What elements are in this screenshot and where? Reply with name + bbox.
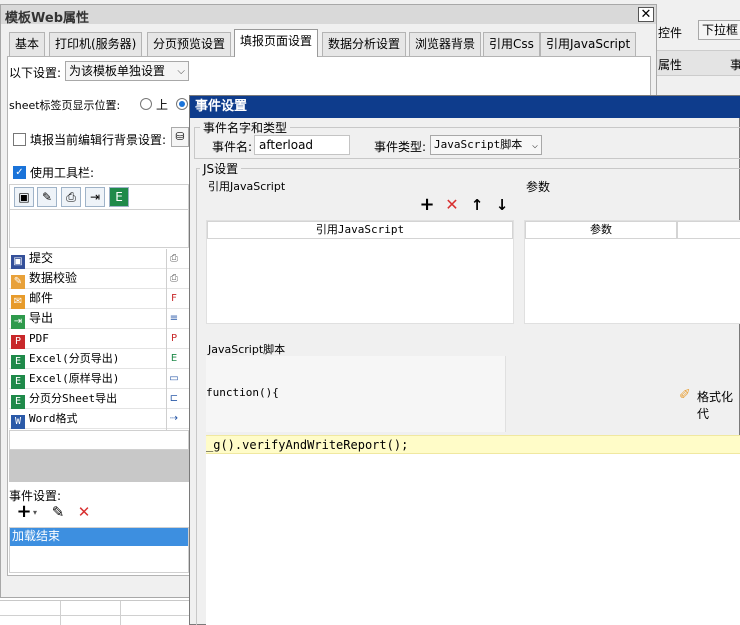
tab-page-preview[interactable]: 分页预览设置 <box>147 32 232 56</box>
document-icon: ≡ <box>169 313 179 324</box>
printer-icon: ⎙ <box>170 253 178 264</box>
chevron-down-icon: ⌵ <box>177 66 185 77</box>
toolbar-preview: ▣ ✎ ⎙ ⇥ E <box>9 184 189 210</box>
bg-fill-checkbox[interactable] <box>13 133 26 146</box>
bg-combo[interactable]: 下拉框 <box>698 20 740 40</box>
add-icon[interactable]: + <box>15 503 33 521</box>
function-header-area: function(){ <box>206 356 506 432</box>
ref-js-label: 引用JavaScript <box>208 180 286 193</box>
chevron-down-icon: ⌵ <box>531 140 538 151</box>
toolbar-preview-area <box>9 210 189 248</box>
js-script-label: JavaScript脚本 <box>208 343 286 356</box>
toolbar-item[interactable]: W Word格式 <box>9 409 189 429</box>
toolbar-item[interactable]: E Excel(分页导出) <box>9 349 189 369</box>
background-window-bottom <box>0 600 200 625</box>
excel-icon: E <box>11 375 25 389</box>
chevron-down-icon[interactable]: ▾ <box>33 508 37 517</box>
toolbar-item[interactable]: E 分页分Sheet导出 <box>9 389 189 409</box>
ref-js-table[interactable]: 引用JavaScript <box>206 220 514 324</box>
tab-printer[interactable]: 打印机(服务器) <box>49 32 143 56</box>
pdf-icon: F <box>171 293 177 304</box>
printer-icon[interactable]: ⎙ <box>61 187 81 207</box>
delete-icon[interactable]: ✕ <box>443 196 461 214</box>
toolbar-item[interactable]: P PDF <box>9 329 189 349</box>
tab-ref-css[interactable]: 引用Css <box>483 32 540 56</box>
settings-label: 以下设置: <box>9 66 62 80</box>
tab-data-analysis[interactable]: 数据分析设置 <box>322 32 407 56</box>
save-icon[interactable]: ▣ <box>14 187 34 207</box>
params-column-header-2[interactable] <box>677 221 740 239</box>
export-icon: ⇥ <box>11 315 25 329</box>
event-list-item[interactable]: 加载结束 <box>10 528 188 546</box>
format-code-button[interactable]: 格式化代 <box>697 388 739 422</box>
event-name-input[interactable]: afterload <box>254 135 350 155</box>
toolbar-item[interactable]: ⇥ 导出 <box>9 309 189 329</box>
use-toolbar-checkbox[interactable]: ✓ <box>13 166 26 179</box>
save-icon: ▣ <box>11 255 25 269</box>
settings-combo[interactable]: 为该模板单独设置 ⌵ <box>65 61 189 81</box>
export-icon[interactable]: ⇥ <box>85 187 105 207</box>
delete-icon[interactable]: ✕ <box>75 503 93 521</box>
bg-label-event: 事 <box>730 58 740 72</box>
paint-bucket-icon[interactable]: ⛁ <box>171 127 189 147</box>
event-type-combo[interactable]: JavaScript脚本 ⌵ <box>430 135 542 155</box>
word-icon: W <box>11 415 25 429</box>
toolbar-item[interactable]: ✎ 数据校验 <box>9 269 189 289</box>
dialog-title: 模板Web属性 <box>5 11 89 26</box>
params-label: 参数 <box>526 180 551 194</box>
ref-js-column-header[interactable]: 引用JavaScript <box>207 221 513 239</box>
edit-icon[interactable]: ✎ <box>49 503 67 521</box>
name-type-group-label: 事件名字和类型 <box>200 119 291 136</box>
tab-ref-js[interactable]: 引用JavaScript <box>540 32 637 56</box>
brush-icon[interactable]: ✐ <box>679 387 691 403</box>
event-dialog-title[interactable]: 事件设置 <box>190 96 740 118</box>
event-name-label: 事件名: <box>212 140 253 154</box>
event-settings-dialog: 事件设置 事件名字和类型 事件名: afterload 事件类型: JavaSc… <box>189 95 740 625</box>
bg-fill-label: 填报当前编辑行背景设置: <box>30 133 167 147</box>
mail-icon: ✉ <box>11 295 25 309</box>
use-toolbar-label: 使用工具栏: <box>30 166 95 180</box>
toolbar-item[interactable]: E Excel(原样导出) <box>9 369 189 389</box>
excel-icon: E <box>11 355 25 369</box>
excel-icon: E <box>170 353 178 364</box>
list-gray-area <box>9 450 189 482</box>
tab-fill-page[interactable]: 填报页面设置 <box>234 29 319 57</box>
code-editor-line[interactable]: _g().verifyAndWriteReport(); <box>206 435 740 454</box>
event-type-label: 事件类型: <box>374 140 427 154</box>
tab-browser-bg[interactable]: 浏览器背景 <box>409 32 482 56</box>
radio-top-label: 上 <box>156 98 169 112</box>
pdf-icon: P <box>11 335 25 349</box>
frame-icon: ▭ <box>169 373 179 384</box>
excel-icon[interactable]: E <box>109 187 129 207</box>
list-blank-row <box>9 430 189 450</box>
bg-label-control: 控件 <box>658 26 683 40</box>
arrow-down-icon[interactable]: ↓ <box>493 196 511 214</box>
close-icon[interactable]: ✕ <box>638 7 654 22</box>
arrow-right-icon: ⇢ <box>169 413 179 424</box>
js-settings-label: JS设置 <box>200 160 242 177</box>
arrow-up-icon[interactable]: ↑ <box>468 196 486 214</box>
tree-icon: ⊏ <box>169 393 179 404</box>
pencil-icon[interactable]: ✎ <box>37 187 57 207</box>
background-window-right: 控件 下拉框 属性 事 <box>652 0 740 95</box>
toolbar-item[interactable]: ▣ 提交 <box>9 249 189 269</box>
bg-label-attr: 属性 <box>658 58 683 72</box>
radio-bottom[interactable] <box>176 98 188 110</box>
event-list: 加载结束 <box>9 527 189 573</box>
params-column-header[interactable]: 参数 <box>525 221 677 239</box>
sheet-position-label: sheet标签页显示位置: <box>9 99 121 112</box>
add-icon[interactable]: + <box>418 196 436 214</box>
bg-header-strip: 属性 事 <box>652 50 740 76</box>
printer-icon: ⎙ <box>170 273 178 284</box>
dialog-title-bar[interactable]: 模板Web属性 ✕ <box>1 5 656 26</box>
pencil-icon: ✎ <box>11 275 25 289</box>
function-text: function(){ <box>206 386 279 399</box>
pdf-icon: P <box>170 333 178 344</box>
code-editor-area[interactable] <box>206 454 740 625</box>
radio-top[interactable] <box>140 98 152 110</box>
excel-icon: E <box>11 395 25 409</box>
tab-basic[interactable]: 基本 <box>9 32 46 56</box>
toolbar-item[interactable]: ✉ 邮件 <box>9 289 189 309</box>
params-table[interactable]: 参数 <box>524 220 740 324</box>
